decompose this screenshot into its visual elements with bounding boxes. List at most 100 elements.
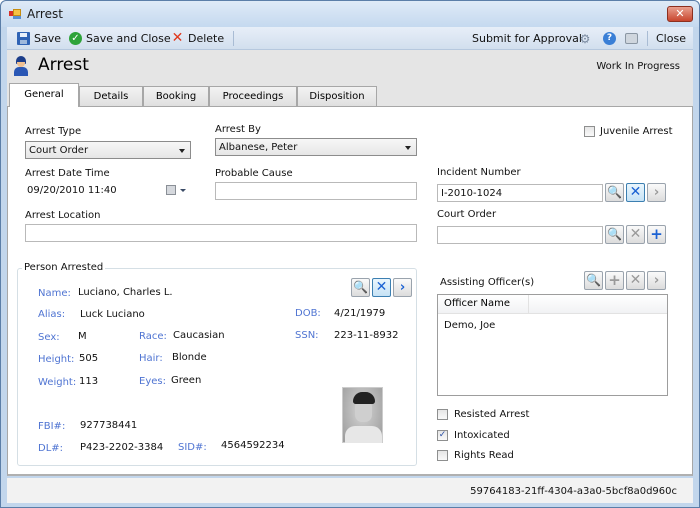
save-and-close-button[interactable]: ✓ Save and Close — [69, 30, 171, 47]
print-icon — [625, 33, 638, 44]
person-clear-button[interactable]: ✕ — [372, 278, 391, 297]
resisted-arrest-checkbox[interactable] — [437, 409, 448, 420]
dob-value: 4/21/1979 — [334, 308, 386, 319]
tab-proceedings[interactable]: Proceedings — [209, 86, 297, 107]
arrest-location-input[interactable] — [25, 224, 417, 242]
incident-open-button[interactable]: › — [647, 183, 666, 202]
court-order-search-button[interactable]: 🔍 — [605, 225, 624, 244]
tab-disposition[interactable]: Disposition — [297, 86, 377, 107]
arrest-date-time-label: Arrest Date Time — [25, 168, 110, 179]
arrest-by-label: Arrest By — [215, 124, 261, 135]
hair-value: Blonde — [172, 352, 207, 363]
arrest-type-value: Court Order — [29, 145, 89, 156]
court-order-input[interactable] — [437, 226, 603, 244]
form-header: Arrest Work In Progress — [7, 50, 693, 83]
court-order-label: Court Order — [437, 209, 497, 220]
mugshot-photo — [342, 387, 383, 443]
arrest-date-time-picker[interactable]: 09/20/2010 11:40 — [25, 182, 190, 200]
dl-label: DL#: — [38, 443, 64, 454]
assisting-officers-label: Assisting Officer(s) — [440, 277, 535, 288]
officer-open-button[interactable]: › — [647, 271, 666, 290]
status-text: Work In Progress — [596, 61, 680, 72]
incident-clear-button[interactable]: ✕ — [626, 183, 645, 202]
height-label: Height: — [38, 354, 75, 365]
height-value: 505 — [79, 353, 99, 364]
chevron-right-icon: › — [399, 280, 406, 295]
chevron-down-icon — [179, 149, 185, 153]
person-arrested-title: Person Arrested — [22, 262, 106, 273]
toolbar-separator — [233, 31, 234, 46]
arrest-date-time-value: 09/20/2010 11:40 — [27, 185, 117, 196]
sid-label: SID#: — [178, 442, 207, 453]
race-label: Race: — [139, 331, 167, 342]
help-icon: ? — [603, 32, 616, 45]
juvenile-arrest-label: Juvenile Arrest — [600, 126, 673, 137]
plus-icon: + — [608, 271, 621, 289]
chevron-down-icon — [180, 189, 186, 192]
incident-number-input[interactable]: I-2010-1024 — [437, 184, 603, 202]
status-bar: 59764183-21ff-4304-a3a0-5bcf8a0d960c — [7, 478, 693, 503]
title-bar: Arrest ✕ — [1, 1, 699, 27]
eyes-value: Green — [171, 375, 202, 386]
save-icon — [17, 32, 30, 45]
person-open-button[interactable]: › — [393, 278, 412, 297]
rights-read-checkbox[interactable] — [437, 450, 448, 461]
help-button[interactable]: ? — [603, 30, 616, 47]
tab-booking[interactable]: Booking — [143, 86, 209, 107]
close-label: Close — [656, 32, 686, 45]
delete-button[interactable]: ✕ Delete — [171, 30, 225, 47]
officer-search-button[interactable]: 🔍 — [584, 271, 603, 290]
intoxicated-label: Intoxicated — [454, 430, 510, 441]
window-close-button[interactable]: ✕ — [667, 6, 693, 22]
calendar-icon[interactable] — [166, 185, 176, 195]
weight-value: 113 — [79, 376, 99, 387]
fbi-value: 927738441 — [80, 420, 138, 431]
resisted-arrest-label: Resisted Arrest — [454, 409, 530, 420]
alias-value: Luck Luciano — [80, 309, 145, 320]
tab-bar: General Details Booking Proceedings Disp… — [7, 83, 693, 107]
workflow-icon: ⚙ — [579, 31, 591, 46]
incident-search-button[interactable]: 🔍 — [605, 183, 624, 202]
table-row[interactable]: Demo, Joe — [444, 320, 495, 331]
juvenile-arrest-checkbox[interactable] — [584, 126, 595, 137]
court-order-clear-button[interactable]: ✕ — [626, 225, 645, 244]
sex-label: Sex: — [38, 332, 60, 343]
column-officer-name[interactable]: Officer Name — [438, 295, 529, 314]
incident-number-label: Incident Number — [437, 167, 521, 178]
probable-cause-input[interactable] — [215, 182, 417, 200]
submit-for-approval-label: Submit for Approval — [472, 32, 582, 45]
submit-for-approval-button[interactable]: Submit for Approval — [472, 30, 582, 47]
save-button[interactable]: Save — [17, 30, 61, 47]
tab-details[interactable]: Details — [79, 86, 143, 107]
toolbar-separator — [647, 31, 648, 46]
chevron-right-icon: › — [653, 273, 660, 288]
person-search-button[interactable]: 🔍 — [351, 278, 370, 297]
check-icon: ✓ — [69, 32, 82, 45]
assisting-officers-grid: Officer Name Demo, Joe — [437, 294, 668, 396]
search-icon: 🔍 — [353, 280, 368, 294]
arrest-location-label: Arrest Location — [25, 210, 101, 221]
fbi-label: FBI#: — [38, 421, 66, 432]
name-value: Luciano, Charles L. — [78, 287, 173, 298]
print-button[interactable] — [625, 30, 638, 47]
hair-label: Hair: — [139, 353, 163, 364]
delete-icon: ✕ — [171, 30, 184, 46]
officer-add-button[interactable]: + — [605, 271, 624, 290]
window-title: Arrest — [27, 7, 63, 21]
workflow-button[interactable]: ⚙ — [577, 30, 593, 47]
arrest-by-select[interactable]: Albanese, Peter — [215, 138, 417, 156]
arrest-type-select[interactable]: Court Order — [25, 141, 191, 159]
search-icon: 🔍 — [586, 273, 601, 287]
page-title: Arrest — [38, 55, 89, 75]
close-button[interactable]: Close — [656, 30, 686, 47]
save-label: Save — [34, 32, 62, 45]
name-label: Name: — [38, 288, 71, 299]
eyes-label: Eyes: — [139, 376, 166, 387]
officer-remove-button[interactable]: ✕ — [626, 271, 645, 290]
court-order-add-button[interactable]: + — [647, 225, 666, 244]
tab-general[interactable]: General — [9, 83, 79, 107]
sex-value: M — [78, 331, 87, 342]
chevron-right-icon: › — [653, 185, 660, 200]
intoxicated-checkbox[interactable]: ✓ — [437, 430, 448, 441]
arrest-by-value: Albanese, Peter — [219, 142, 298, 153]
